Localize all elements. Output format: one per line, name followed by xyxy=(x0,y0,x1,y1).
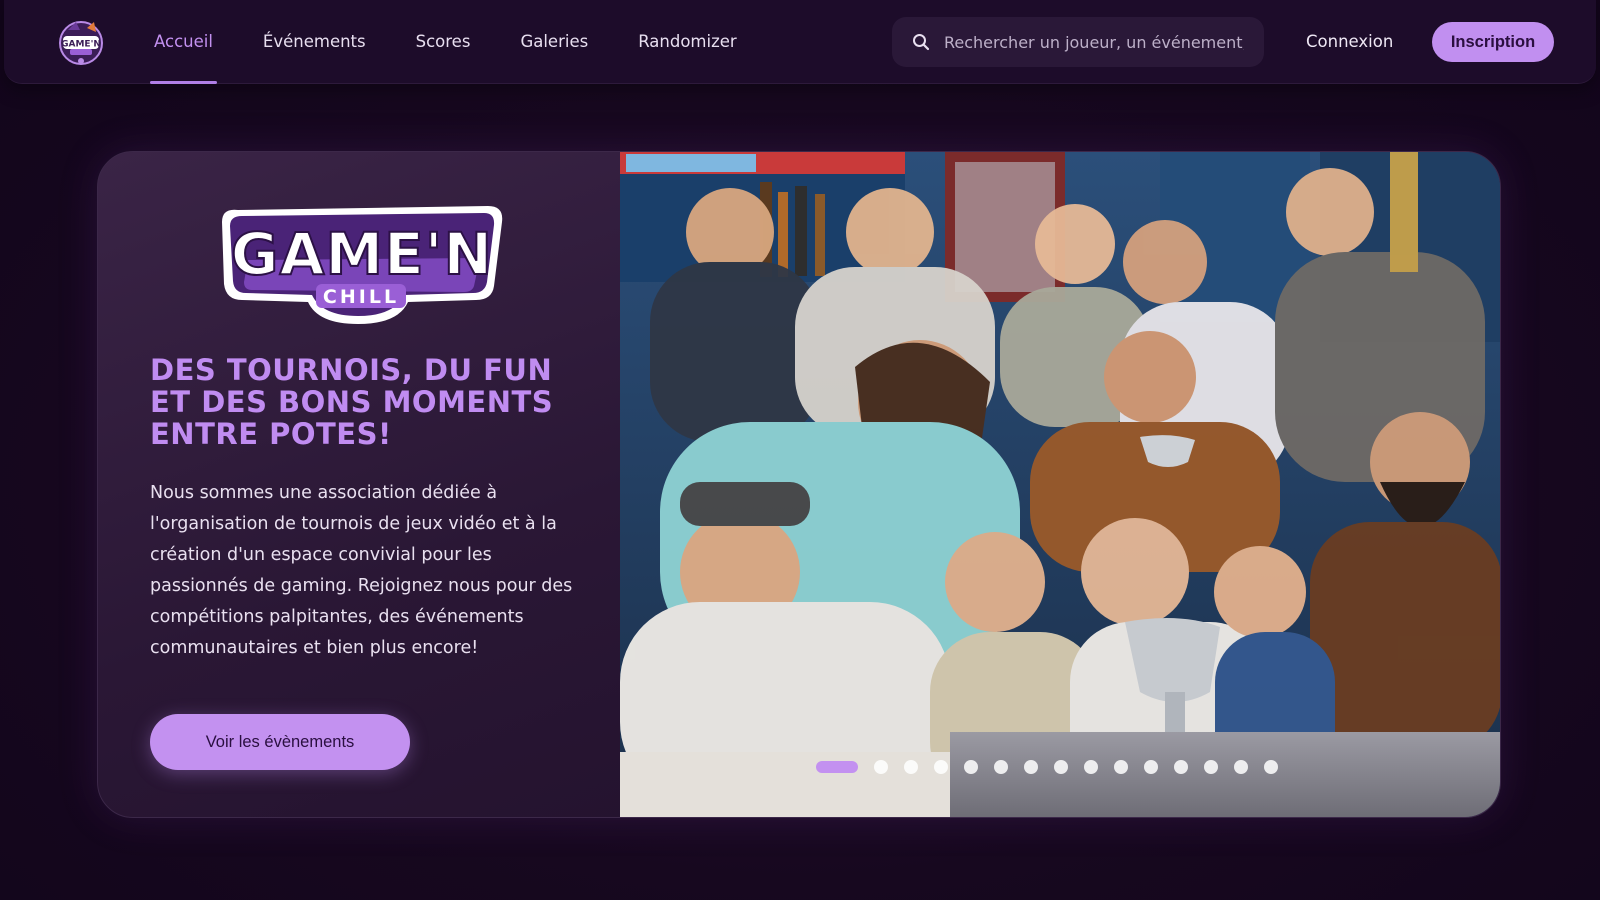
carousel-dot-2[interactable] xyxy=(874,760,888,774)
carousel-dot-12[interactable] xyxy=(1174,760,1188,774)
search-box[interactable] xyxy=(892,17,1264,67)
site-logo[interactable]: GAME'N xyxy=(54,16,108,66)
carousel-dot-9[interactable] xyxy=(1084,760,1098,774)
carousel-dot-10[interactable] xyxy=(1114,760,1128,774)
nav-item-scores[interactable]: Scores xyxy=(416,0,471,84)
hero-logo: GAME'N CHILL xyxy=(208,200,512,328)
nav-item-accueil[interactable]: Accueil xyxy=(150,0,217,84)
carousel-dot-6[interactable] xyxy=(994,760,1008,774)
hero-logo-title: GAME'N xyxy=(231,220,493,288)
hero-carousel-image xyxy=(620,152,1500,817)
carousel-dot-11[interactable] xyxy=(1144,760,1158,774)
see-events-button[interactable]: Voir les évènements xyxy=(150,714,410,770)
hero-card: GAME'N CHILL DES TOURNOIS, DU FUN ET DES… xyxy=(97,151,1501,818)
main-nav: Accueil Événements Scores Galeries Rando… xyxy=(150,0,787,84)
login-link[interactable]: Connexion xyxy=(1306,0,1393,84)
carousel-dot-8[interactable] xyxy=(1054,760,1068,774)
nav-item-galeries[interactable]: Galeries xyxy=(520,0,588,84)
carousel-indicators xyxy=(816,760,1294,774)
hero-content: GAME'N CHILL DES TOURNOIS, DU FUN ET DES… xyxy=(98,152,620,817)
svg-text:GAME'N: GAME'N xyxy=(61,40,101,50)
search-icon xyxy=(913,34,930,51)
hero-tagline: DES TOURNOIS, DU FUN ET DES BONS MOMENTS… xyxy=(150,353,554,451)
carousel-dot-7[interactable] xyxy=(1024,760,1038,774)
hero-description: Nous sommes une association dédiée à l'o… xyxy=(150,483,573,658)
carousel-dot-15[interactable] xyxy=(1264,760,1278,774)
carousel-dot-1[interactable] xyxy=(816,761,858,773)
carousel-dot-13[interactable] xyxy=(1204,760,1218,774)
signup-button[interactable]: Inscription xyxy=(1432,22,1554,62)
carousel-dot-3[interactable] xyxy=(904,760,918,774)
carousel-dot-5[interactable] xyxy=(964,760,978,774)
hero-logo-subtitle: CHILL xyxy=(323,286,399,308)
carousel-dot-4[interactable] xyxy=(934,760,948,774)
carousel-dot-14[interactable] xyxy=(1234,760,1248,774)
top-navbar: GAME'N Accueil Événements Scores Galerie… xyxy=(4,0,1596,84)
nav-item-randomizer[interactable]: Randomizer xyxy=(638,0,737,84)
nav-item-evenements[interactable]: Événements xyxy=(263,0,366,84)
search-input[interactable] xyxy=(944,32,1244,52)
